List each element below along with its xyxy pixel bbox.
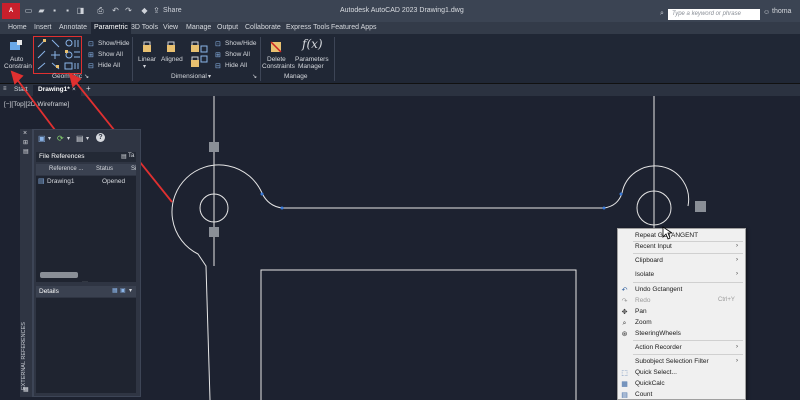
submenu-arrow-icon: ›: [736, 344, 738, 350]
palette-icon: ▦: [23, 387, 29, 393]
menu-item-clipboard[interactable]: Clipboard: [635, 257, 663, 264]
menu-separator: [633, 354, 743, 355]
submenu-arrow-icon: ›: [736, 271, 738, 277]
menu-separator: [633, 253, 743, 254]
zoom-icon: ⌕: [622, 320, 627, 327]
menu-item-action-recorder[interactable]: Action Recorder: [635, 344, 682, 351]
change-path-dropdown-icon[interactable]: ▾: [86, 135, 89, 142]
count-icon: ▤: [621, 392, 628, 399]
refresh-dropdown-icon[interactable]: ▾: [67, 135, 70, 142]
redo-shortcut: Ctrl+Y: [718, 297, 735, 303]
file-references-list: [36, 176, 136, 282]
menu-item-quick-select[interactable]: Quick Select...: [635, 369, 677, 376]
redo-icon: ↷: [621, 298, 628, 305]
reference-row-status[interactable]: Opened: [102, 178, 125, 185]
preview-view-icon[interactable]: ▣: [120, 287, 126, 294]
submenu-arrow-icon: ›: [736, 257, 738, 263]
menu-item-redo[interactable]: Redo: [635, 297, 651, 304]
change-path-icon[interactable]: ▤: [76, 134, 84, 143]
menu-item-steeringwheels[interactable]: SteeringWheels: [635, 330, 681, 337]
mouse-cursor-icon: [662, 226, 672, 240]
menu-item-recent-input[interactable]: Recent Input: [635, 243, 672, 250]
menu-separator: [633, 282, 743, 283]
close-palette-icon[interactable]: ×: [23, 130, 27, 137]
column-reference-name[interactable]: Reference ...: [49, 166, 83, 172]
details-dropdown-icon[interactable]: ▾: [129, 287, 132, 294]
palette-autohide-icon[interactable]: ⊞: [23, 139, 28, 146]
menu-item-count[interactable]: Count: [635, 391, 652, 398]
menu-item-quickcalc[interactable]: QuickCalc: [635, 380, 665, 387]
menu-separator: [633, 241, 743, 242]
splitter-grip-icon[interactable]: ···: [82, 279, 88, 285]
horizontal-scrollbar[interactable]: [40, 272, 78, 278]
reference-row-name[interactable]: Drawing1: [47, 178, 74, 185]
menu-item-pan[interactable]: Pan: [635, 308, 647, 315]
palette-properties-icon[interactable]: ▤: [23, 148, 29, 155]
menu-item-undo[interactable]: Undo Gctangent: [635, 286, 682, 293]
menu-item-subobject-filter[interactable]: Subobject Selection Filter: [635, 358, 709, 365]
refresh-icon[interactable]: ⟳: [57, 134, 64, 143]
drawing-file-icon: ▤: [38, 178, 45, 185]
submenu-arrow-icon: ›: [736, 243, 738, 249]
details-body: [36, 298, 136, 393]
list-view-icon[interactable]: ▤: [121, 153, 127, 160]
submenu-arrow-icon: ›: [736, 358, 738, 364]
menu-item-isolate[interactable]: Isolate: [635, 271, 654, 278]
menu-item-zoom[interactable]: Zoom: [635, 319, 652, 326]
column-status[interactable]: Status: [96, 166, 113, 172]
tree-view-label[interactable]: Ta: [128, 153, 134, 159]
help-icon[interactable]: ?: [96, 133, 105, 142]
attach-dwg-icon[interactable]: ▣: [38, 134, 46, 143]
attach-dropdown-icon[interactable]: ▾: [48, 135, 51, 142]
menu-separator: [633, 340, 743, 341]
quick-select-icon: ⬚: [621, 370, 628, 377]
external-references-side-label: EXTERNAL REFERENCES: [21, 322, 27, 390]
quickcalc-icon: ▦: [621, 381, 628, 388]
undo-icon: ↶: [621, 287, 628, 294]
column-size[interactable]: Si: [131, 166, 136, 172]
pan-icon: ✥: [621, 309, 628, 316]
details-view-icon[interactable]: ▦: [112, 287, 118, 294]
steering-wheels-icon: ⊛: [621, 331, 628, 338]
